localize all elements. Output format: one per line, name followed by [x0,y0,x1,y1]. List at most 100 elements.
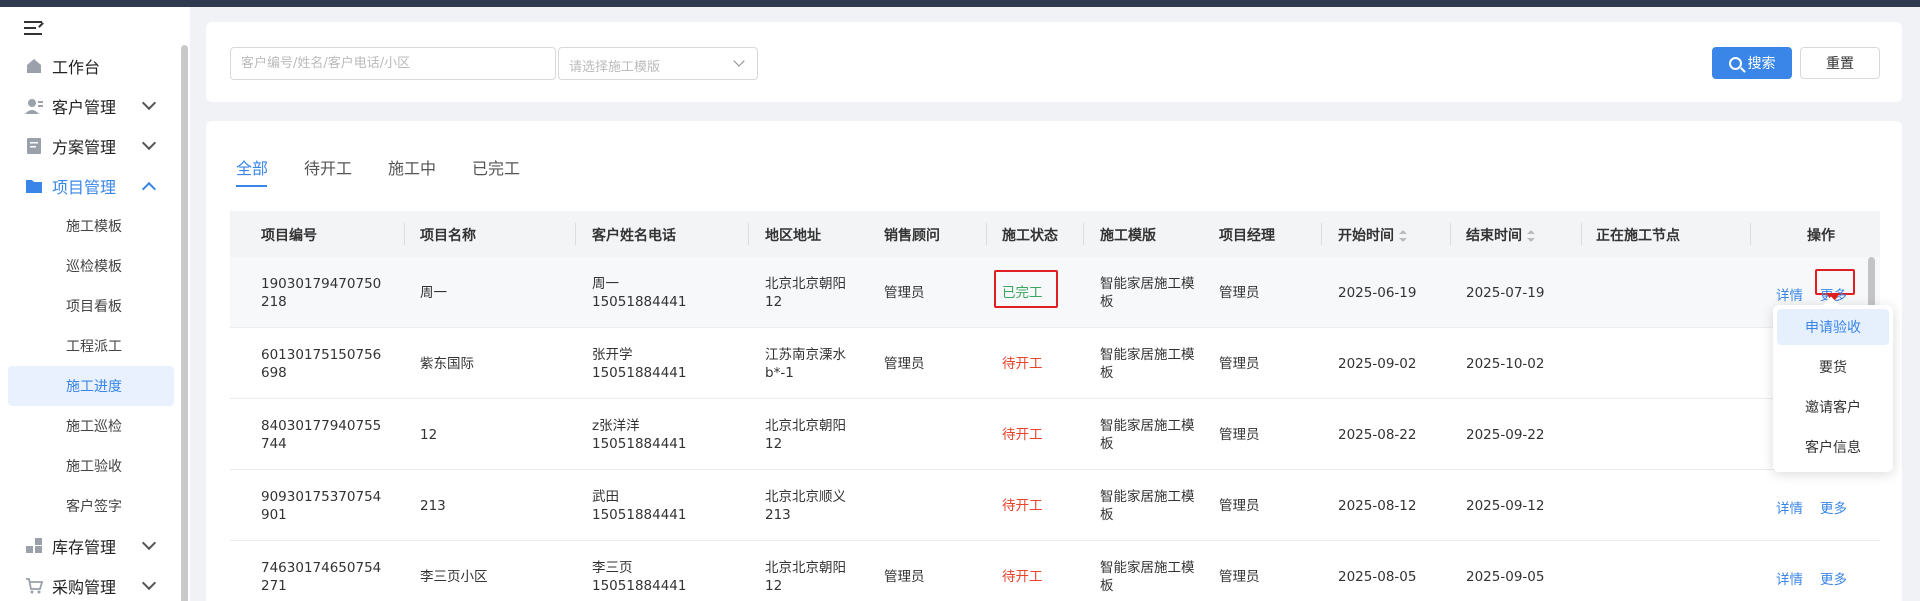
tab-all[interactable]: 全部 [236,155,268,179]
sidebar-item-label: 工作台 [52,58,101,77]
menu-toggle-icon[interactable] [24,19,44,37]
search-icon [1728,56,1742,70]
start-date: 2025-09-02 [1338,356,1417,372]
sidebar-subitem-progress[interactable]: 施工进度 [8,366,174,406]
detail-link[interactable]: 详情 [1776,284,1803,304]
chevron-down-icon [141,575,157,591]
search-button-label: 搜索 [1747,56,1776,72]
reset-button[interactable]: 重置 [1800,47,1880,79]
sort-icon[interactable] [1399,230,1407,242]
customer-phone: 15051884441 [592,294,687,310]
sidebar-item-projects[interactable]: 项目管理 [0,168,180,204]
document-icon [27,138,41,154]
header-template: 施工模版 [1100,228,1156,244]
start-date: 2025-08-22 [1338,427,1417,443]
table-row: 19030179470750218 周一 周一 15051884441 北京北京… [230,257,1880,328]
column-divider [1450,223,1451,245]
start-date: 2025-08-12 [1338,498,1417,514]
template-select[interactable]: 请选择施工模版 [558,47,758,80]
search-button[interactable]: 搜索 [1712,47,1792,79]
end-date: 2025-10-02 [1466,356,1545,372]
customer-name: 李三页 [592,560,633,576]
column-divider [748,223,749,245]
construction-template: 智能家居施工模板 [1100,489,1195,523]
sidebar-item-purchase[interactable]: 采购管理 [0,568,180,601]
table-row: 90930175370754901 213 武田 15051884441 北京北… [230,470,1880,541]
sidebar-subitem-label: 项目看板 [66,299,122,315]
status-badge: 待开工 [1002,498,1043,514]
sidebar-item-workbench[interactable]: 工作台 [0,48,180,84]
sidebar-subitem-label: 客户签字 [66,499,122,515]
chevron-up-icon [141,181,157,197]
tab-in-progress[interactable]: 施工中 [388,155,436,179]
menu-item-invite-customer[interactable]: 邀请客户 [1777,389,1889,425]
sidebar-subitem-dispatch[interactable]: 工程派工 [8,326,174,366]
project-name: 紫东国际 [420,356,474,372]
end-date: 2025-09-05 [1466,569,1545,585]
column-divider [404,223,405,245]
project-manager: 管理员 [1219,498,1260,514]
start-date: 2025-08-05 [1338,569,1417,585]
column-divider [1321,223,1322,245]
chevron-down-icon [141,535,157,551]
template-select-placeholder: 请选择施工模版 [569,60,661,75]
sidebar-subitem-construction-template[interactable]: 施工模板 [8,206,174,246]
customer-name: 张开学 [592,347,633,363]
sidebar-subitem-project-board[interactable]: 项目看板 [8,286,174,326]
end-date: 2025-09-12 [1466,498,1545,514]
project-name: 12 [420,427,438,443]
folder-icon [26,180,42,193]
sidebar-subitem-label: 施工巡检 [66,419,122,435]
project-manager: 管理员 [1219,427,1260,443]
detail-link[interactable]: 详情 [1776,497,1803,517]
home-icon [27,59,41,73]
sales-advisor: 管理员 [884,569,925,585]
start-date: 2025-06-19 [1338,285,1417,301]
menu-item-customer-info[interactable]: 客户信息 [1777,429,1889,465]
sales-advisor: 管理员 [884,356,925,372]
menu-item-request-goods[interactable]: 要货 [1777,349,1889,385]
sidebar-item-plans[interactable]: 方案管理 [0,128,180,164]
tab-pending[interactable]: 待开工 [304,155,352,179]
chevron-down-icon [141,135,157,151]
sidebar-item-customers[interactable]: 客户管理 [0,88,180,124]
project-id: 19030179470750218 [261,276,382,310]
address: 江苏南京溧水b*-1 [765,347,846,381]
project-table: 项目编号 项目名称 客户姓名电话 地区地址 销售顾问 施工状态 施工模版 项目经… [230,211,1880,601]
keyword-search-input[interactable] [230,47,556,80]
header-ops: 操作 [1807,228,1835,244]
customer-name: z张洋洋 [592,418,640,434]
menu-item-apply-acceptance[interactable]: 申请验收 [1777,309,1889,345]
sidebar-item-inventory[interactable]: 库存管理 [0,528,180,564]
sidebar-subitem-signature[interactable]: 客户签字 [8,486,174,526]
tab-completed[interactable]: 已完工 [472,155,520,179]
construction-template: 智能家居施工模板 [1100,418,1195,452]
construction-template: 智能家居施工模板 [1100,276,1195,310]
header-end[interactable]: 结束时间 [1466,225,1535,245]
header-status: 施工状态 [1002,228,1058,244]
active-tab-indicator [236,185,267,187]
detail-link[interactable]: 详情 [1776,568,1803,588]
column-divider [1750,223,1751,245]
header-start[interactable]: 开始时间 [1338,225,1407,245]
sidebar-item-label: 客户管理 [52,98,117,117]
sidebar-scrollbar[interactable] [181,45,188,601]
sidebar-item-label: 库存管理 [52,538,117,557]
sidebar-subitem-label: 施工验收 [66,459,122,475]
header-start-label: 开始时间 [1338,228,1394,244]
status-badge: 待开工 [1002,427,1043,443]
more-link[interactable]: 更多 [1820,497,1847,517]
status-badge: 已完工 [1002,285,1043,301]
sort-icon[interactable] [1527,230,1535,242]
search-panel: 请选择施工模版 搜索 重置 [206,22,1902,102]
project-id: 84030177940755744 [261,418,382,452]
sidebar-subitem-acceptance[interactable]: 施工验收 [8,446,174,486]
column-divider [575,223,576,245]
table-row: 60130175150756698 紫东国际 张开学 15051884441 江… [230,328,1880,399]
sidebar-subitem-inspection-template[interactable]: 巡检模板 [8,246,174,286]
more-link[interactable]: 更多 [1820,568,1847,588]
header-name: 项目名称 [420,228,476,244]
sidebar-subitem-patrol[interactable]: 施工巡检 [8,406,174,446]
cart-icon [26,578,43,594]
sales-advisor: 管理员 [884,285,925,301]
